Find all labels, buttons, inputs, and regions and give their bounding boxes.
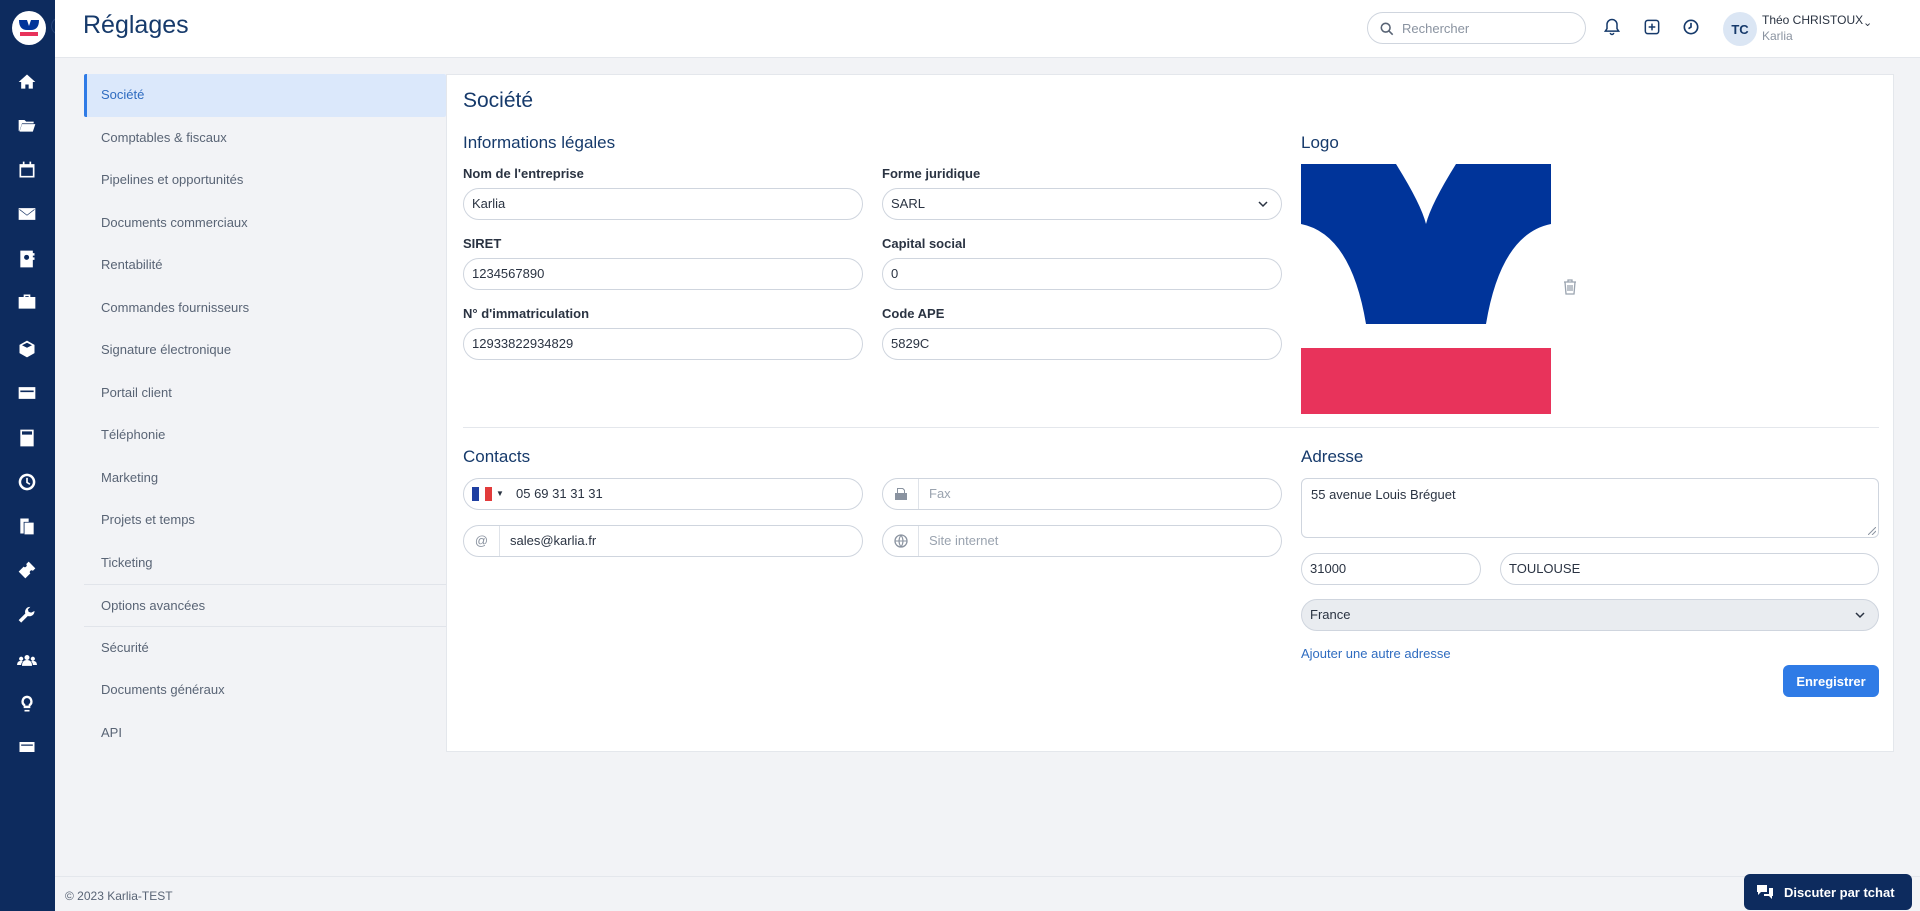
wrench-icon[interactable] [13,602,41,630]
siret-label: SIRET [463,236,502,251]
user-company: Karlia [1762,29,1793,43]
settings-item-marketing[interactable]: Marketing [84,457,446,500]
company-logo-image[interactable] [1301,164,1551,414]
france-flag-icon[interactable] [472,487,493,501]
panel-title: Société [463,89,534,112]
briefcase-icon[interactable] [13,288,41,316]
settings-item-documents-generaux[interactable]: Documents généraux [84,669,446,712]
resize-handle-icon[interactable] [1868,527,1876,535]
company-name-input[interactable]: Karlia [463,188,863,220]
settings-item-rentabilite[interactable]: Rentabilité [84,244,446,287]
lightbulb-icon[interactable] [13,690,41,718]
street-textarea[interactable]: 55 avenue Louis Bréguet [1301,478,1879,538]
chevron-down-icon[interactable]: ⌄ [1863,16,1872,29]
settings-item-commandes-fournisseurs[interactable]: Commandes fournisseurs [84,287,446,330]
globe-icon [883,526,919,556]
history-clock-icon[interactable] [1679,15,1703,39]
chevron-down-icon [1258,201,1268,208]
clock-icon[interactable] [13,468,41,496]
settings-item-api[interactable]: API [84,712,446,755]
contact-card-icon[interactable] [13,245,41,273]
add-address-link[interactable]: Ajouter une autre adresse [1301,646,1451,661]
box-icon[interactable] [13,335,41,363]
settings-item-projets-temps[interactable]: Projets et temps [84,499,446,542]
capital-label: Capital social [882,236,966,251]
ticket-icon[interactable] [13,556,41,584]
country-dropdown-caret-icon[interactable]: ▼ [496,479,504,509]
phone-value: 05 69 31 31 31 [516,486,603,501]
trash-icon[interactable] [1561,278,1579,296]
registration-input[interactable]: 12933822934829 [463,328,863,360]
street-value: 55 avenue Louis Bréguet [1311,487,1456,502]
chat-button-label: Discuter par tchat [1784,884,1895,900]
postcode-input[interactable]: 31000 [1301,553,1481,585]
fax-placeholder: Fax [929,486,951,501]
chat-button[interactable]: Discuter par tchat [1744,874,1912,910]
card-icon[interactable] [13,733,41,761]
home-icon[interactable] [13,68,41,96]
settings-item-options-avancees[interactable]: Options avancées [84,584,446,627]
users-icon[interactable] [13,646,41,674]
search-box[interactable] [1367,12,1586,44]
settings-item-telephonie[interactable]: Téléphonie [84,414,446,457]
chevron-down-icon [1855,612,1865,619]
search-icon [1380,22,1394,36]
section-divider [463,427,1879,428]
logo-title: Logo [1301,133,1339,152]
capital-input[interactable]: 0 [882,258,1282,290]
at-sign-icon: @ [464,526,500,556]
settings-item-signature[interactable]: Signature électronique [84,329,446,372]
legal-form-value: SARL [891,196,925,211]
fax-icon [883,479,919,509]
legal-form-label: Forme juridique [882,166,981,181]
settings-item-documents-commerciaux[interactable]: Documents commerciaux [84,202,446,245]
country-select[interactable]: France [1301,599,1879,631]
legal-info-title: Informations légales [463,133,616,152]
settings-panel: Société Informations légales Nom de l'en… [446,74,1894,752]
settings-item-societe[interactable]: Société [84,74,446,117]
credit-card-icon[interactable] [13,379,41,407]
siret-input[interactable]: 1234567890 [463,258,863,290]
page-title: Réglages [83,11,189,39]
copy-icon[interactable] [13,512,41,540]
address-title: Adresse [1301,447,1364,466]
settings-item-pipelines[interactable]: Pipelines et opportunités [84,159,446,202]
country-value: France [1310,607,1351,622]
left-nav-rail: › [0,0,69,911]
calendar-icon[interactable] [13,156,41,184]
chat-bubbles-icon [1757,885,1773,899]
avatar[interactable]: TC [1723,12,1757,46]
logo-icon[interactable] [12,11,46,45]
calculator-icon[interactable] [13,424,41,452]
folder-icon[interactable] [13,111,41,139]
fax-input[interactable]: Fax [882,478,1282,510]
website-placeholder: Site internet [929,533,999,548]
copyright-text: © 2023 Karlia-TEST [65,889,173,903]
top-header: Réglages TC Théo CHRISTOUX Karlia ⌄ ? [55,0,1920,58]
ape-input[interactable]: 5829C [882,328,1282,360]
contacts-title: Contacts [463,447,531,466]
settings-item-portail-client[interactable]: Portail client [84,372,446,415]
settings-item-securite[interactable]: Sécurité [84,627,446,670]
legal-form-select[interactable]: SARL [882,188,1282,220]
email-input[interactable]: @ sales@karlia.fr [463,525,863,557]
settings-menu: Société Comptables & fiscaux Pipelines e… [84,74,446,754]
ape-label: Code APE [882,306,945,321]
user-name[interactable]: Théo CHRISTOUX [1762,13,1863,27]
registration-label: N° d'immatriculation [463,306,590,321]
settings-item-ticketing[interactable]: Ticketing [84,542,446,585]
search-input[interactable] [1402,18,1577,38]
add-square-icon[interactable] [1640,15,1664,39]
phone-input[interactable]: ▼ 05 69 31 31 31 [463,478,863,510]
company-name-label: Nom de l'entreprise [463,166,584,181]
footer: © 2023 Karlia-TEST [55,876,1920,911]
city-input[interactable]: TOULOUSE [1500,553,1879,585]
envelope-icon[interactable] [13,200,41,228]
save-button[interactable]: Enregistrer [1783,665,1879,697]
settings-item-comptables-fiscaux[interactable]: Comptables & fiscaux [84,117,446,160]
bell-icon[interactable] [1600,15,1624,39]
website-input[interactable]: Site internet [882,525,1282,557]
email-value: sales@karlia.fr [510,533,597,548]
